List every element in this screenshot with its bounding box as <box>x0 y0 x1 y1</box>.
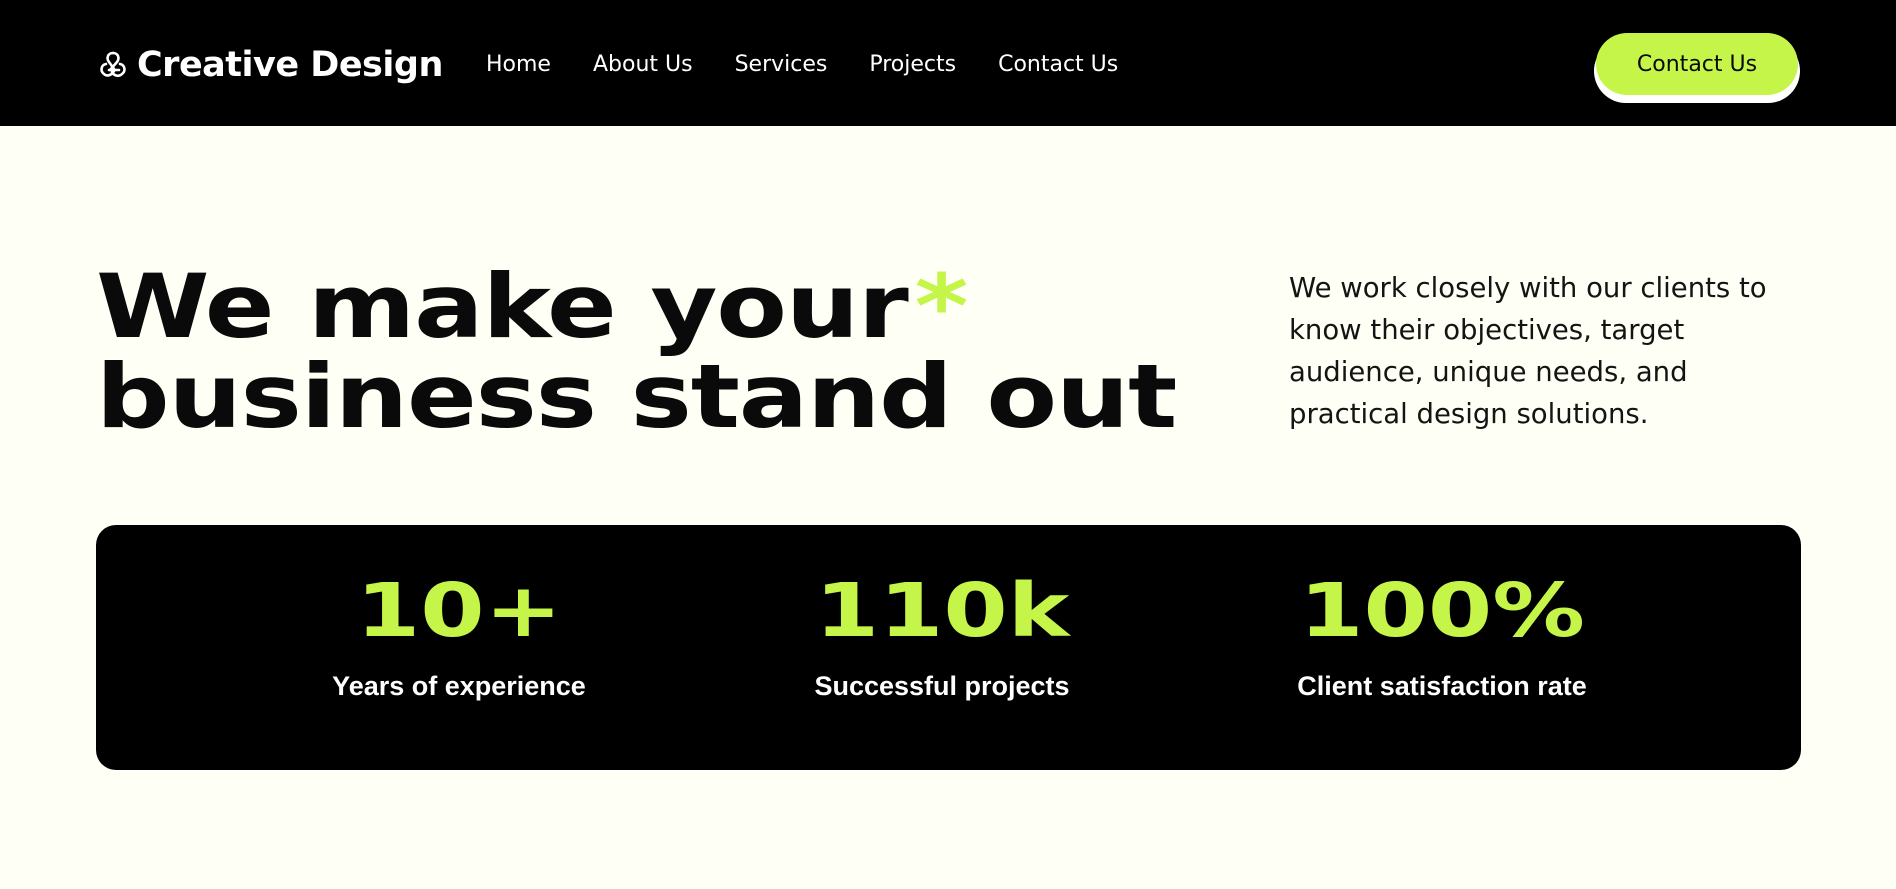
stat-successful-projects: 110k Successful projects <box>762 569 1122 703</box>
stats-panel: 10+ Years of experience 110k Successful … <box>96 525 1801 770</box>
nav-item-services[interactable]: Services <box>735 48 828 82</box>
hero-title: We make your* business stand out <box>96 262 1266 442</box>
nav-item-contact-us[interactable]: Contact Us <box>998 48 1118 82</box>
asterisk-icon: * <box>914 255 969 358</box>
contact-us-button-wrapper: Contact Us <box>1594 33 1800 103</box>
contact-us-button[interactable]: Contact Us <box>1596 33 1798 95</box>
brand-logo-link[interactable]: Creative Design <box>97 44 443 86</box>
nav-item-about-us[interactable]: About Us <box>593 48 693 82</box>
stat-years-experience: 10+ Years of experience <box>279 569 639 703</box>
main-nav: Home About Us Services Projects Contact … <box>486 48 1118 82</box>
nav-item-projects[interactable]: Projects <box>869 48 956 82</box>
hero-title-line-1: We make your <box>96 255 909 358</box>
stat-client-satisfaction: 100% Client satisfaction rate <box>1262 569 1622 703</box>
knot-logo-icon <box>97 49 129 81</box>
stat-value: 100% <box>1299 568 1585 654</box>
nav-item-home[interactable]: Home <box>486 48 551 82</box>
stat-label: Years of experience <box>332 671 586 701</box>
top-navigation-bar: Creative Design Home About Us Services P… <box>0 0 1896 126</box>
stat-value: 10+ <box>355 568 563 654</box>
hero-description: We work closely with our clients to know… <box>1289 272 1767 430</box>
brand-name: Creative Design <box>137 45 443 85</box>
hero-title-line-2: business stand out <box>96 345 1177 448</box>
stat-label: Client satisfaction rate <box>1297 671 1587 701</box>
stat-value: 110k <box>814 568 1070 654</box>
stat-label: Successful projects <box>814 671 1070 701</box>
